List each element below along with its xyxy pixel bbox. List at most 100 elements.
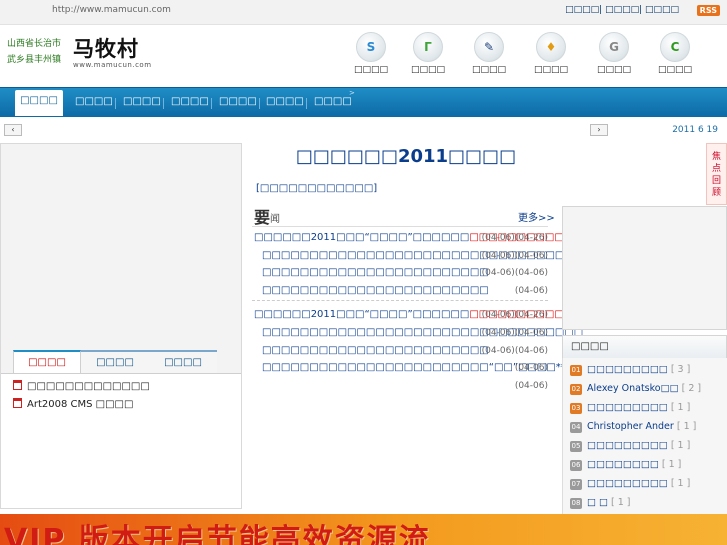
ticker-prev-button[interactable]: ‹	[4, 124, 22, 136]
news-date: (04-06)(04-06)	[481, 268, 548, 278]
pen-icon: ✎	[474, 32, 504, 62]
list-item[interactable]: Art2008 CMS □□□□	[13, 398, 133, 410]
news-date: (04-06)(04-06)	[481, 346, 548, 356]
promo-banner[interactable]: VIP 版本开启节能高效资源流	[0, 514, 727, 545]
headline[interactable]: □□□□□□2011□□□□	[250, 146, 562, 167]
ranking-name: □□□□□□□□□	[587, 364, 668, 375]
ranking-panel	[562, 358, 727, 514]
header-nav-label: □□□□	[596, 65, 631, 75]
ranking-count: [ 1 ]	[676, 421, 697, 432]
rank-number-badge: 04	[570, 422, 582, 433]
news-title: □□□□□□2011□□□“□□□□”□□□□□□	[254, 309, 470, 320]
left-tab-2[interactable]: □□□□	[81, 350, 149, 374]
s-icon: S	[356, 32, 386, 62]
nav-item[interactable]: □□□□	[171, 96, 209, 107]
left-tab-bar: □□□□ □□□□ □□□□	[13, 350, 242, 374]
ranking-item[interactable]: 07 □□□□□□□□□ [ 1 ]	[570, 478, 690, 490]
pdf-icon	[13, 398, 22, 408]
news-title: □□□□□□2011□□□“□□□□”□□□□□□	[254, 232, 470, 243]
nav-item[interactable]: □□□□	[266, 96, 304, 107]
header-nav-item[interactable]: S □□□□	[341, 32, 401, 75]
ticker-next-button[interactable]: ›	[590, 124, 608, 136]
ranking-count: [ 2 ]	[681, 383, 702, 394]
news-item[interactable]: □□□□□□2011□□□“□□□□”□□□□□□□□□□□□□□□□□□□□	[254, 232, 602, 243]
nav-item[interactable]: □□□□	[123, 96, 161, 107]
divider	[252, 226, 548, 227]
news-item[interactable]: □□□□□□□□□□□□□□□□□□□□□□□□	[262, 267, 489, 278]
ranking-name: □□□□□□□□□	[587, 440, 668, 451]
header-nav-label: □□□□	[657, 65, 692, 75]
nav-separator	[259, 98, 260, 109]
news-title: □□□□□□□□□□□□□□□□□□□□□□□□	[262, 345, 489, 356]
news-section-icon: 要	[254, 208, 271, 227]
current-date: 2011 6 19	[672, 125, 718, 135]
header-nav-item[interactable]: Г □□□□	[398, 32, 458, 75]
pdf-icon	[13, 380, 22, 390]
list-item-label: □□□□□□□□□□□□□	[27, 381, 150, 392]
ranking-count: [ 1 ]	[661, 459, 682, 470]
news-date: (04-06)	[514, 363, 548, 373]
header-nav-item[interactable]: ✎ □□□□	[459, 32, 519, 75]
ranking-count: [ 1 ]	[611, 497, 631, 508]
ranking-name: Christopher Ander	[587, 421, 674, 432]
rss-button[interactable]: RSS	[696, 5, 720, 16]
nav-more-caret[interactable]: >	[349, 89, 355, 97]
ranking-name: Alexey Onatsko□□	[587, 383, 679, 394]
ranking-item[interactable]: 04 Christopher Ander [ 1 ]	[570, 421, 696, 433]
nav-item[interactable]: □□□□	[219, 96, 257, 107]
header-nav-item[interactable]: ♦ □□□□	[521, 32, 581, 75]
nav-separator	[211, 98, 212, 109]
news-title: □□□□□□□□□□□□□□□□□□□□□□□□	[262, 267, 489, 278]
c-icon: C	[660, 32, 690, 62]
ranking-item[interactable]: 08 □ □ [ 1 ]	[570, 497, 631, 509]
ranking-count: [ 3 ]	[670, 364, 691, 375]
ranking-item[interactable]: 05 □□□□□□□□□ [ 1 ]	[570, 440, 690, 452]
top-links[interactable]: □□□□| □□□□| □□□□	[565, 5, 679, 15]
banner-text: VIP 版本开启节能高效资源流	[4, 523, 431, 545]
news-date: (04-06)(04-06)	[481, 328, 548, 338]
header-nav-item[interactable]: G □□□□	[584, 32, 644, 75]
ranking-item[interactable]: 06 □□□□□□□□ [ 1 ]	[570, 459, 681, 471]
ranking-name: □□□□□□□□	[587, 459, 659, 470]
right-image-slot	[562, 206, 727, 330]
location-line-1: 山西省长治市	[7, 39, 62, 49]
nav-item[interactable]: □□□□	[314, 96, 352, 107]
news-item[interactable]: □□□□□□2011□□□“□□□□”□□□□□□□□□□□□□□□□□□□□	[254, 309, 602, 320]
news-section-label: 闻	[270, 214, 280, 225]
ranking-item[interactable]: 01 □□□□□□□□□ [ 3 ]	[570, 364, 690, 376]
ranking-name: □□□□□□□□□	[587, 478, 668, 489]
site-logo-domain: www.mamucun.com	[73, 61, 152, 69]
ranking-item[interactable]: 03 □□□□□□□□□ [ 1 ]	[570, 402, 690, 414]
ranking-title: □□□□	[562, 335, 727, 359]
site-logo[interactable]: 马牧村	[73, 33, 139, 63]
list-item-label: Art2008 CMS □□□□	[27, 399, 134, 410]
header-nav-label: □□□□	[353, 65, 388, 75]
ranking-item[interactable]: 02 Alexey Onatsko□□ [ 2 ]	[570, 383, 701, 395]
nav-item-active[interactable]: □□□□	[15, 90, 63, 116]
document-icon: Г	[413, 32, 443, 62]
left-tab-1[interactable]: □□□□	[13, 350, 81, 374]
list-item[interactable]: □□□□□□□□□□□□□	[13, 380, 150, 392]
rank-number-badge: 06	[570, 460, 582, 471]
rank-number-badge: 01	[570, 365, 582, 376]
news-date: (04-06)	[514, 286, 548, 296]
news-date: (04-06)(04-26)	[481, 233, 548, 243]
main-nav: □□□□ □□□□ □□□□ □□□□ □□□□ □□□□ □□□□	[0, 87, 727, 117]
nav-separator	[163, 98, 164, 109]
news-more-link[interactable]: 更多>>	[518, 209, 555, 224]
news-item[interactable]: □□□□□□□□□□□□□□□□□□□□□□□□	[262, 345, 489, 356]
header-nav-item[interactable]: C □□□□	[645, 32, 705, 75]
nav-item[interactable]: □□□□	[75, 96, 113, 107]
news-date: (04-06)	[514, 381, 548, 391]
headline-sublink[interactable]: [□□□□□□□□□□□□]	[256, 183, 377, 194]
ticker-strip	[0, 121, 727, 139]
rank-number-badge: 02	[570, 384, 582, 395]
flame-icon: ♦	[536, 32, 566, 62]
focus-review-tab[interactable]: 焦点回顾	[706, 143, 727, 205]
rank-number-badge: 03	[570, 403, 582, 414]
left-tab-3[interactable]: □□□□	[149, 350, 217, 374]
news-item[interactable]: □□□□□□□□□□□□□□□□□□□□□□□□	[262, 285, 489, 296]
nav-separator	[306, 98, 307, 109]
divider	[252, 300, 548, 301]
rank-number-badge: 08	[570, 498, 582, 509]
